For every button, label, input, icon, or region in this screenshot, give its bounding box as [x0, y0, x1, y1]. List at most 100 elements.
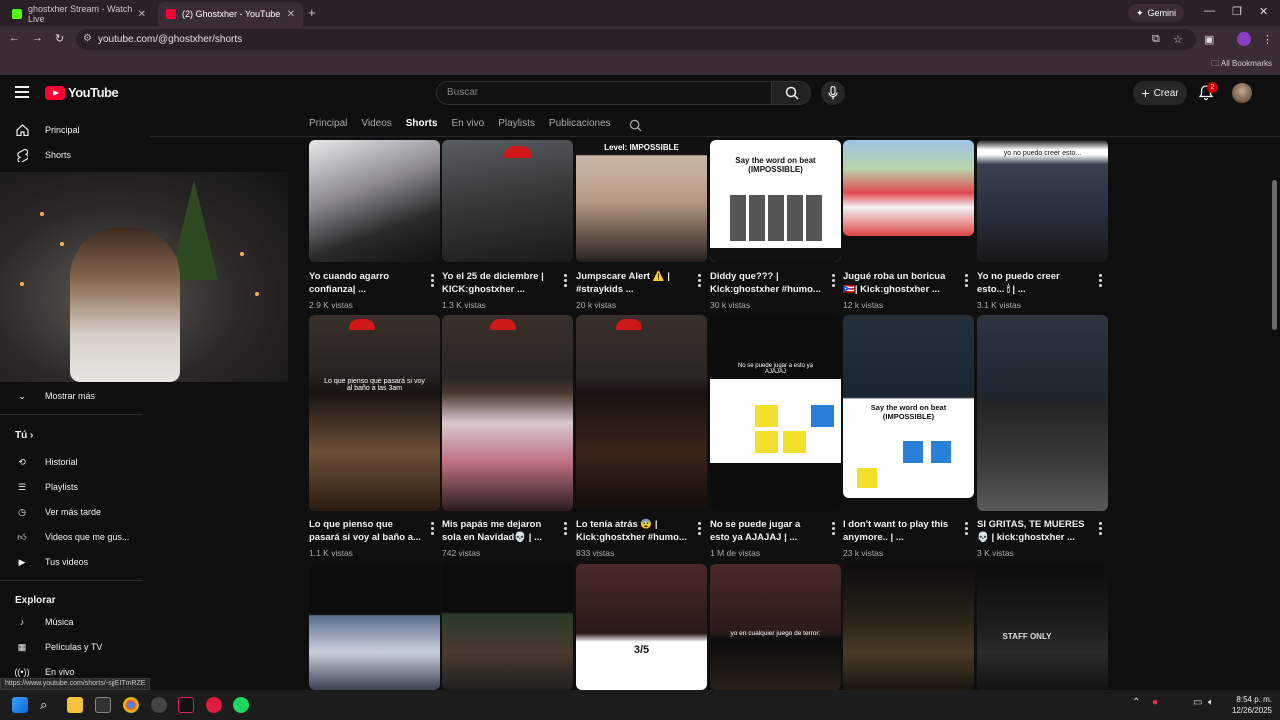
youtube-logo[interactable]: YouTube	[45, 85, 119, 100]
short-title[interactable]: Mis papás me dejaron sola en Navidad💀 | …	[442, 518, 554, 544]
short-thumbnail[interactable]: yo no puedo creer esto...	[977, 140, 1108, 262]
obs-icon[interactable]	[95, 697, 111, 713]
short-thumbnail[interactable]: Level: IMPOSSIBLE	[576, 140, 707, 262]
short-menu-icon[interactable]	[698, 522, 701, 537]
close-tab-icon[interactable]: ✕	[138, 9, 146, 20]
spotify-icon[interactable]	[233, 697, 249, 713]
short-thumbnail[interactable]: Lo que pienso que pasará si voy al baño …	[309, 315, 440, 511]
sidebar-item-watch-later[interactable]: ◷ Ver más tarde	[15, 502, 101, 522]
system-clock[interactable]: 8:54 p. m. 12/26/2025	[1232, 694, 1272, 716]
channel-search-icon[interactable]	[629, 119, 642, 132]
install-app-icon[interactable]: ⧉	[1152, 33, 1160, 46]
short-menu-icon[interactable]	[965, 274, 968, 289]
sidebar-item-liked-videos[interactable]: 👍︎ Videos que me gus...	[15, 527, 129, 547]
short-title[interactable]: SI GRITAS, TE MUERES 💀 | kick:ghostxher …	[977, 518, 1089, 544]
short-title[interactable]: No se puede jugar a esto ya AJAJAJ | ...	[710, 518, 822, 544]
side-panel-icon[interactable]: ▣	[1204, 33, 1214, 46]
short-thumbnail[interactable]	[309, 564, 440, 690]
search-input[interactable]: Buscar	[436, 81, 771, 105]
short-thumbnail[interactable]	[442, 315, 573, 511]
short-menu-icon[interactable]	[1099, 522, 1102, 537]
tab-en-vivo[interactable]: En vivo	[451, 118, 484, 134]
short-thumbnail[interactable]: Say the word on beat (IMPOSSIBLE)	[710, 140, 841, 262]
short-title[interactable]: Jumpscare Alert ⚠️ | #straykids ...	[576, 270, 688, 296]
browser-profile-avatar[interactable]	[1237, 32, 1251, 46]
tiktok-icon[interactable]	[178, 697, 194, 713]
short-title[interactable]: Diddy que??? | Kick:ghostxher #humo...	[710, 270, 822, 296]
bookmark-star-icon[interactable]: ☆	[1173, 33, 1183, 46]
account-avatar[interactable]	[1232, 83, 1252, 103]
short-menu-icon[interactable]	[832, 522, 835, 537]
short-menu-icon[interactable]	[1099, 274, 1102, 289]
site-settings-icon[interactable]: ⚙	[83, 33, 92, 44]
short-title[interactable]: Yo no puedo creer esto... 🕯 | ...	[977, 270, 1089, 296]
short-title[interactable]: Jugué roba un boricua 🇵🇷| Kick:ghostxher…	[843, 270, 955, 296]
short-thumbnail[interactable]	[309, 140, 440, 262]
short-menu-icon[interactable]	[965, 522, 968, 537]
tab-playlists[interactable]: Playlists	[498, 118, 535, 134]
new-tab-icon[interactable]: +	[308, 5, 316, 20]
sidebar-item-shorts[interactable]: Shorts	[15, 145, 71, 165]
short-thumbnail[interactable]	[843, 140, 974, 236]
short-menu-icon[interactable]	[431, 522, 434, 537]
short-menu-icon[interactable]	[564, 274, 567, 289]
tab-videos[interactable]: Videos	[361, 118, 391, 134]
guide-menu-icon[interactable]	[15, 86, 29, 101]
sidebar-item-your-videos[interactable]: ▶︎ Tus videos	[15, 552, 89, 572]
tray-app-icon[interactable]: ●	[1152, 697, 1168, 713]
minimize-icon[interactable]: —	[1204, 5, 1215, 17]
short-thumbnail[interactable]: Say the word on beat (IMPOSSIBLE)	[843, 315, 974, 498]
short-menu-icon[interactable]	[832, 274, 835, 289]
sidebar-item-principal[interactable]: Principal	[15, 120, 80, 140]
short-thumbnail[interactable]: 3/5	[576, 564, 707, 690]
short-thumbnail[interactable]	[843, 564, 974, 690]
url-field[interactable]: ⚙ youtube.com/@ghostxher/shorts	[76, 29, 1196, 50]
short-title[interactable]: Yo el 25 de diciembre | KICK:ghostxher .…	[442, 270, 554, 296]
tab-shorts[interactable]: Shorts	[406, 118, 438, 134]
browser-tab-kick[interactable]: ghostxher Stream - Watch Live ✕	[4, 2, 154, 26]
all-bookmarks-button[interactable]: 🗀 All Bookmarks	[1211, 58, 1272, 72]
volume-icon[interactable]: 🔈︎	[1208, 697, 1224, 713]
short-thumbnail[interactable]	[576, 315, 707, 511]
back-icon[interactable]: ←	[9, 32, 20, 44]
reload-icon[interactable]: ↻	[55, 32, 64, 45]
tab-publicaciones[interactable]: Publicaciones	[549, 118, 611, 134]
sidebar-you-heading[interactable]: Tú ›	[15, 430, 33, 441]
short-thumbnail[interactable]	[977, 315, 1108, 511]
short-thumbnail[interactable]	[442, 564, 573, 690]
sidebar-item-show-more[interactable]: ⌄ Mostrar más	[15, 386, 95, 406]
page-scrollbar[interactable]	[1272, 180, 1277, 330]
short-menu-icon[interactable]	[431, 274, 434, 289]
short-title[interactable]: Yo cuando agarro confianza| ...	[309, 270, 421, 296]
short-title[interactable]: I don't want to play this anymore.. | ..…	[843, 518, 955, 544]
sidebar-item-music[interactable]: ♪ Música	[15, 612, 74, 632]
browser-tab-youtube[interactable]: (2) Ghostxher - YouTube ✕	[158, 2, 303, 26]
streamlabs-icon[interactable]	[206, 697, 222, 713]
restore-icon[interactable]: ❐	[1232, 5, 1242, 18]
short-thumbnail[interactable]: STAFF ONLY	[977, 564, 1108, 690]
short-menu-icon[interactable]	[564, 522, 567, 537]
menu-kebab-icon[interactable]: ⋮	[1262, 33, 1273, 46]
create-button[interactable]: + Crear	[1133, 81, 1187, 105]
windows-start-icon[interactable]	[12, 697, 28, 713]
forward-icon[interactable]: →	[32, 32, 43, 44]
close-tab-icon[interactable]: ✕	[287, 9, 295, 20]
sidebar-item-historial[interactable]: ⟲ Historial	[15, 452, 77, 472]
short-title[interactable]: Lo que pienso que pasará si voy al baño …	[309, 518, 421, 544]
tab-principal[interactable]: Principal	[309, 118, 347, 134]
voice-search-button[interactable]	[821, 81, 845, 105]
short-thumbnail[interactable]: yo en cualquier juego de terror:	[710, 564, 841, 690]
file-explorer-icon[interactable]	[67, 697, 83, 713]
search-button[interactable]	[771, 81, 811, 105]
tray-chevron-icon[interactable]: ⌃	[1132, 697, 1148, 713]
sidebar-item-movies[interactable]: ▦ Películas y TV	[15, 637, 103, 657]
gemini-button[interactable]: ✦ Gemini	[1128, 4, 1185, 22]
steam-icon[interactable]	[151, 697, 167, 713]
short-title[interactable]: Lo tenía atrás 😨 | Kick:ghostxher #humo.…	[576, 518, 688, 544]
network-icon[interactable]: ▭	[1193, 697, 1209, 713]
close-window-icon[interactable]: ✕	[1259, 5, 1268, 18]
short-menu-icon[interactable]	[698, 274, 701, 289]
sidebar-item-playlists[interactable]: ☰ Playlists	[15, 477, 78, 497]
stream-video-overlay[interactable]	[0, 172, 288, 382]
search-icon[interactable]: ⌕	[40, 697, 56, 713]
